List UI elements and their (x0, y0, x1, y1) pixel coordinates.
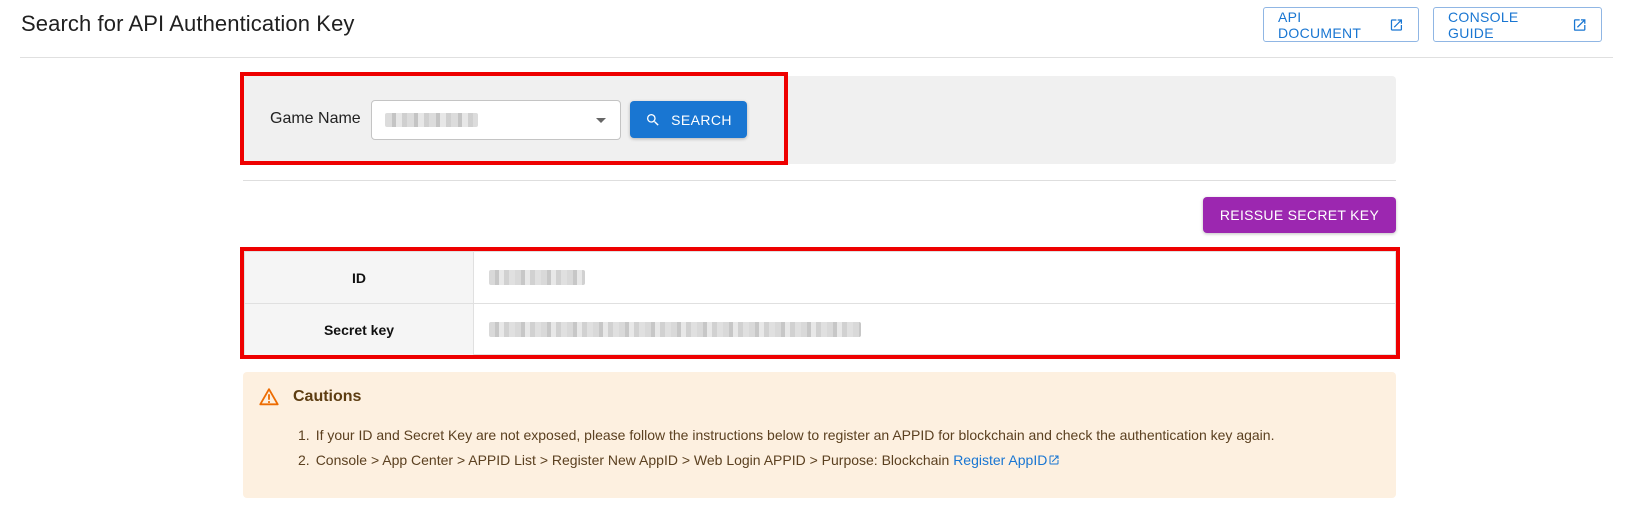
table-row: Secret key (245, 304, 1395, 356)
list-item: 1. If your ID and Secret Key are not expo… (298, 423, 1274, 448)
secret-key-value-redacted (489, 322, 861, 337)
cautions-panel: Cautions 1. If your ID and Secret Key are… (243, 372, 1396, 498)
api-document-button[interactable]: API DOCUMENT (1263, 7, 1419, 42)
credentials-table: ID Secret key (244, 251, 1396, 356)
id-value-cell (474, 252, 1395, 303)
api-document-label: API DOCUMENT (1278, 8, 1362, 41)
section-divider (243, 180, 1396, 181)
warning-icon (259, 388, 279, 406)
search-button[interactable]: SEARCH (630, 101, 747, 138)
id-value-redacted (489, 270, 585, 285)
open-in-new-icon (1049, 455, 1059, 465)
game-name-select[interactable] (371, 100, 621, 140)
list-item-number: 1. (298, 427, 310, 443)
secret-key-value-cell (474, 304, 1395, 356)
search-button-label: SEARCH (671, 111, 732, 128)
register-appid-link-label: Register AppID (953, 452, 1048, 468)
register-appid-link[interactable]: Register AppID (953, 452, 1060, 468)
list-item-number: 2. (298, 452, 310, 468)
cautions-list: 1. If your ID and Secret Key are not expo… (298, 423, 1274, 473)
search-icon (647, 113, 659, 126)
console-guide-label: CONSOLE GUIDE (1448, 8, 1519, 41)
game-name-label: Game Name (270, 110, 361, 127)
console-guide-button[interactable]: CONSOLE GUIDE (1433, 7, 1602, 42)
page-header: Search for API Authentication Key API DO… (20, 0, 1613, 58)
list-item-text: Console > App Center > APPID List > Regi… (315, 452, 954, 468)
search-panel: Game Name SEARCH (243, 76, 1396, 164)
open-in-new-icon (1573, 18, 1586, 31)
list-item-text: If your ID and Secret Key are not expose… (315, 427, 1275, 443)
list-item: 2. Console > App Center > APPID List > Re… (298, 448, 1274, 473)
game-name-value-redacted (385, 113, 478, 127)
secret-key-header: Secret key (245, 304, 474, 356)
chevron-down-icon (596, 118, 606, 123)
page-title: Search for API Authentication Key (21, 11, 355, 36)
cautions-title: Cautions (293, 388, 362, 405)
open-in-new-icon (1390, 18, 1403, 31)
reissue-secret-key-button[interactable]: REISSUE SECRET KEY (1203, 197, 1396, 233)
table-row: ID (245, 252, 1395, 304)
id-header: ID (245, 252, 474, 303)
